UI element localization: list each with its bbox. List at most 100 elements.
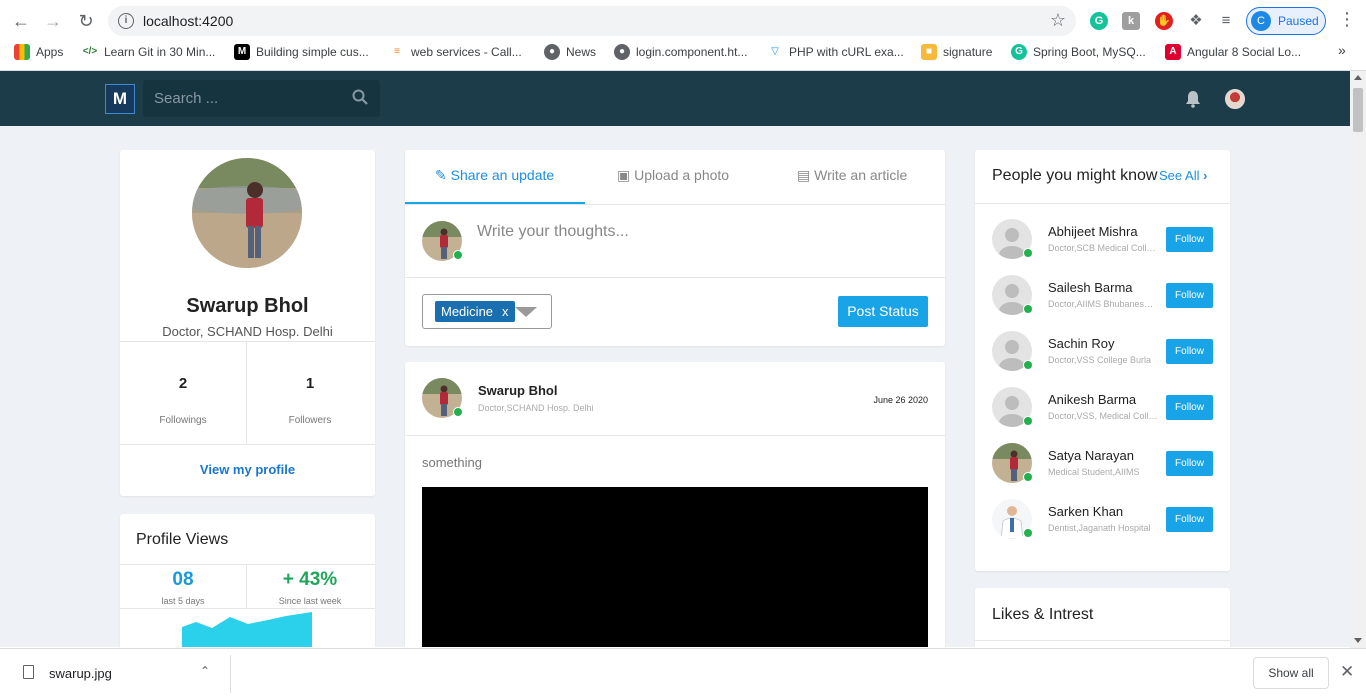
view-profile-link[interactable]: View my profile [120,462,375,477]
page-scrollbar[interactable] [1350,71,1366,648]
reload-icon[interactable]: ↻ [73,8,99,34]
tab-write-article[interactable]: ▤ Write an article [797,167,907,184]
profile-status: Paused [1278,14,1319,28]
person-avatar[interactable] [992,387,1033,427]
bookmark-learn-git[interactable]: </> Learn Git in 30 Min... [82,44,216,60]
article-icon: ▤ [797,167,811,183]
grammarly-extension-icon[interactable]: G [1090,12,1108,30]
profile-title: Doctor, SCHAND Hosp. Delhi [162,324,333,339]
scroll-up-icon[interactable] [1354,75,1362,80]
search-icon[interactable] [352,89,368,105]
divider [246,341,247,444]
chevron-down-icon[interactable] [515,307,537,317]
divider [975,203,1230,204]
followers-count[interactable]: 1 [247,375,373,392]
divider [405,277,945,278]
adblock-extension-icon[interactable]: ✋ [1155,12,1173,30]
follow-button[interactable]: Follow [1166,395,1213,420]
tag-remove-icon[interactable]: x [502,304,509,319]
bookmark-label: Apps [36,45,64,59]
composer-avatar [422,221,463,261]
profile-views-card: Profile Views 08 last 5 days + 43% Since… [120,514,375,647]
extension-icon[interactable]: k [1122,12,1140,30]
category-select[interactable]: Medicine x [422,294,552,329]
bookmark-signature[interactable]: ■ signature [921,44,992,60]
profile-chip[interactable]: C Paused [1246,7,1326,35]
post-author-avatar[interactable] [422,378,463,418]
bookmark-label: Angular 8 Social Lo... [1187,45,1302,59]
tab-upload-photo[interactable]: ▣ Upload a photo [617,167,729,184]
app-logo[interactable]: M [105,84,135,114]
people-you-might-know-card: People you might know See All › Abhijeet… [975,150,1230,571]
person-avatar[interactable] [992,219,1033,259]
post-author-name[interactable]: Swarup Bhol [478,383,557,398]
url-text[interactable]: localhost:4200 [143,13,233,29]
search-input[interactable] [143,80,343,117]
person-name[interactable]: Satya Narayan [1048,448,1134,463]
angular-icon: A [1165,44,1181,60]
scroll-down-icon[interactable] [1354,638,1362,643]
bookmark-php-curl[interactable]: ▽ PHP with cURL exa... [767,44,904,60]
php-icon: ▽ [771,46,779,57]
bookmark-spring-boot[interactable]: G Spring Boot, MySQ... [1011,44,1146,60]
online-indicator [1023,248,1033,258]
bookmark-web-services[interactable]: ≡ web services - Call... [389,44,522,60]
see-all-label: See All [1159,168,1200,183]
browser-menu-icon[interactable]: ⋮ [1338,9,1356,30]
follow-button[interactable]: Follow [1166,227,1213,252]
notification-bell-icon[interactable] [1185,90,1201,108]
online-indicator [453,250,463,260]
online-indicator [453,407,463,417]
follow-button[interactable]: Follow [1166,283,1213,308]
follow-button[interactable]: Follow [1166,451,1213,476]
bookmark-building-simple[interactable]: M Building simple cus... [234,44,369,60]
code-icon: </> [82,46,98,57]
person-title: Doctor,AIIMS Bhubaneswar [1048,299,1158,309]
person-name[interactable]: Sailesh Barma [1048,280,1133,295]
profile-name: Swarup Bhol [186,295,309,317]
online-indicator [1023,416,1033,426]
post-media[interactable] [422,487,928,647]
person-name[interactable]: Sachin Roy [1048,336,1114,351]
person-avatar[interactable] [992,275,1033,315]
person-title: Doctor,SCB Medical College [1048,243,1158,253]
person-name[interactable]: Abhijeet Mishra [1048,224,1138,239]
followings-count[interactable]: 2 [120,375,246,392]
close-icon[interactable]: ✕ [1340,662,1354,682]
user-avatar[interactable] [1225,89,1245,109]
follow-button[interactable]: Follow [1166,507,1213,532]
bookmark-news[interactable]: ● News [544,44,596,60]
person-name[interactable]: Anikesh Barma [1048,392,1136,407]
bookmark-login-component[interactable]: ● login.component.ht... [614,44,747,60]
post-status-button[interactable]: Post Status [838,296,928,327]
divider [230,655,231,693]
scroll-thumb[interactable] [1353,88,1363,132]
main-content: Swarup Bhol Doctor, SCHAND Hosp. Delhi 2… [0,126,1350,647]
show-all-button[interactable]: Show all [1253,657,1329,689]
grammarly-icon: G [1011,44,1027,60]
bookmark-apps[interactable]: Apps [14,44,63,60]
site-info-icon[interactable]: i [118,13,134,29]
forward-icon[interactable]: → [40,8,66,34]
stackoverflow-icon: ≡ [394,46,400,57]
divider [120,564,375,565]
tab-share-update[interactable]: ✎ Share an update [435,167,554,184]
media-control-icon[interactable]: ≡ [1217,12,1235,30]
person-avatar[interactable] [992,443,1033,483]
see-all-link[interactable]: See All › [1159,168,1207,183]
puzzle-extensions-icon[interactable]: ❖ [1187,12,1205,30]
bookmark-star-icon[interactable]: ☆ [1050,10,1066,31]
person-avatar[interactable] [992,331,1033,371]
download-filename[interactable]: swarup.jpg [49,666,112,681]
back-icon[interactable]: ← [8,8,34,34]
address-bar[interactable]: i localhost:4200 ☆ [108,6,1076,36]
person-name[interactable]: Sarken Khan [1048,504,1123,519]
tag-label: Medicine [441,304,494,319]
person-avatar[interactable] [992,499,1033,539]
follow-button[interactable]: Follow [1166,339,1213,364]
bookmarks-overflow-icon[interactable]: » [1338,42,1346,58]
thoughts-input[interactable] [477,223,917,241]
bookmark-angular-social[interactable]: A Angular 8 Social Lo... [1165,44,1301,60]
views-count: 08 [172,569,194,590]
chevron-up-icon[interactable]: ⌃ [200,664,210,678]
